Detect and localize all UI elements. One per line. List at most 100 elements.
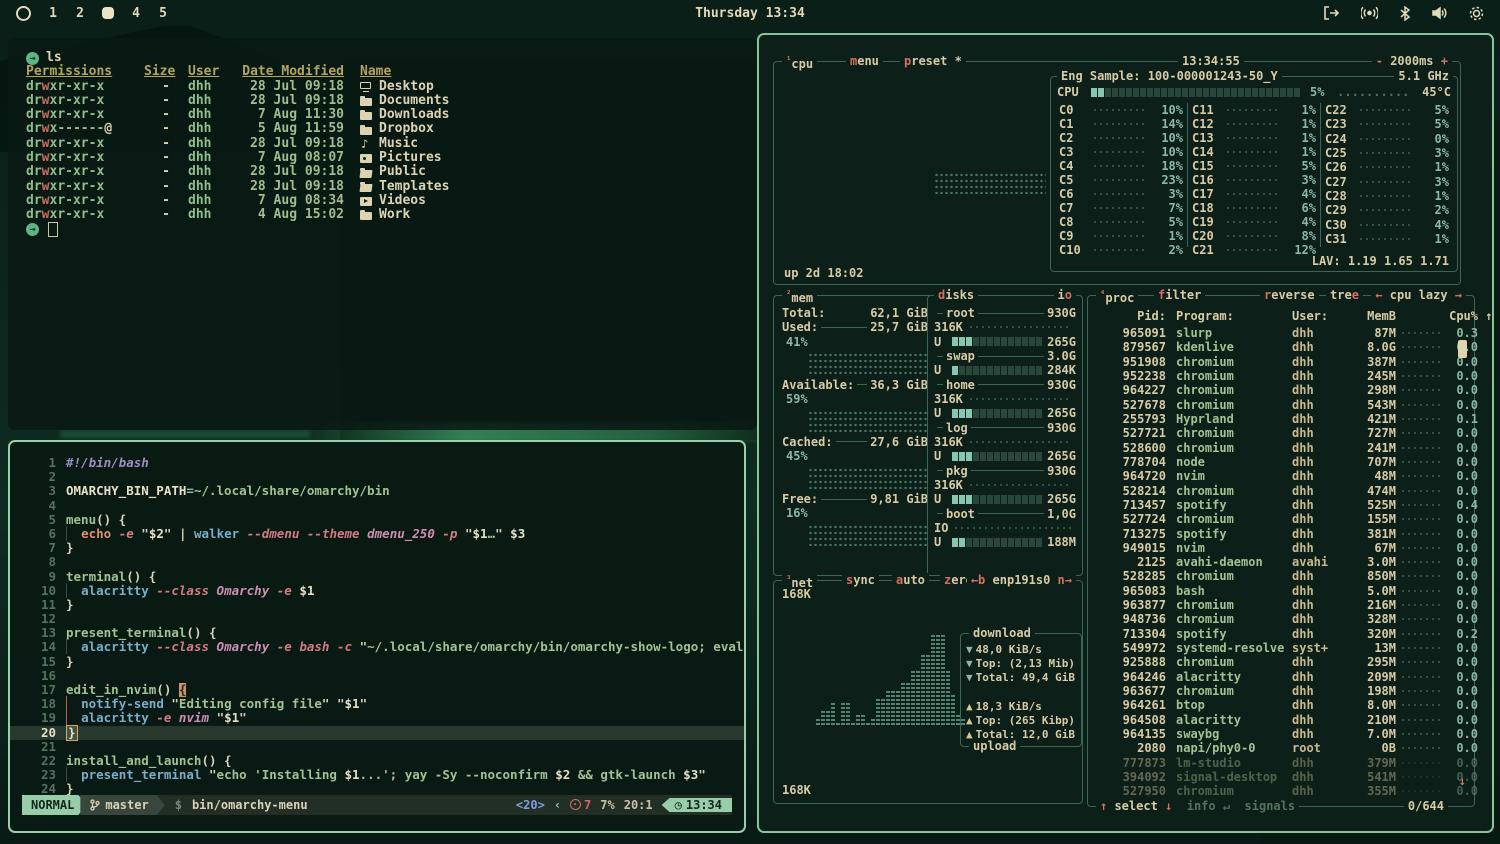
process-row[interactable]: 965091slurpdhh87M0.3 [1094,326,1468,340]
filter-button[interactable]: filter [1154,288,1205,303]
process-row[interactable]: 527678chromiumdhh543M0.0 [1094,398,1468,412]
code-line-2[interactable]: 2 [10,470,744,484]
process-row[interactable]: 952238chromiumdhh245M0.0 [1094,369,1468,383]
bluetooth-icon[interactable] [1400,6,1410,21]
code-line-17[interactable]: 17edit_in_nvim() { [10,683,744,697]
process-footer-actions[interactable]: ↑ select ↓ info ↵ signals [1096,799,1299,814]
network-icon[interactable] [1361,6,1378,20]
shell-prompt: → ls [26,51,743,65]
process-row[interactable]: 964508alacrittydhh210M0.0 [1094,712,1468,726]
process-table-header[interactable]: Pid:Program:User:MemBCpu% ↑ [1094,309,1468,323]
git-branch-segment[interactable]: master [80,795,164,815]
diagnostics-badge[interactable]: 7 [570,798,591,812]
code-line-15[interactable]: 15} [10,655,744,669]
process-row[interactable]: 713304spotifydhh320M0.2 [1094,627,1468,641]
code-line-10[interactable]: 10▏ alacritty --class Omarchy -e $1 [10,584,744,598]
process-row[interactable]: 527724chromiumdhh155M0.0 [1094,512,1468,526]
process-row[interactable]: 527721chromiumdhh727M0.0 [1094,426,1468,440]
process-row[interactable]: 528214chromiumdhh474M0.0 [1094,483,1468,497]
process-row[interactable]: 964246alacrittydhh209M0.0 [1094,670,1468,684]
file-name: Desktop [360,80,434,94]
process-row[interactable]: 394092signal-desktopdhh541M0.0 [1094,770,1468,784]
process-row[interactable]: 879567kdenlivedhh8.0G0.0 [1094,340,1468,354]
code-line-5[interactable]: 5menu() { [10,513,744,527]
code-line-7[interactable]: 7} [10,541,744,555]
reverse-button[interactable]: reverse [1260,288,1319,303]
process-row[interactable]: 965083bashdhh5.0M0.0 [1094,584,1468,598]
tree-button[interactable]: tree [1326,288,1363,303]
update-interval-control[interactable]: - 2000ms + [1372,54,1452,69]
process-row[interactable]: 925888chromiumdhh295M0.0 [1094,655,1468,669]
sort-selector[interactable]: ← cpu lazy → [1371,288,1466,303]
process-row[interactable]: 777873lm-studiodhh379M0.0 [1094,755,1468,769]
process-row[interactable]: 713457spotifydhh525M0.4 [1094,498,1468,512]
code-line-20[interactable]: 20} [10,726,744,740]
process-row[interactable]: 2125avahi-daemonavahi3.0M0.0 [1094,555,1468,569]
io-mode-button[interactable]: io [1054,288,1076,303]
process-row[interactable]: 951908chromiumdhh387M0.0 [1094,355,1468,369]
preset-button[interactable]: preset * [900,54,966,69]
workspace-switcher[interactable]: 1 2 4 5 [16,6,168,21]
process-row[interactable]: 949015nvimdhh67M0.0 [1094,541,1468,555]
code-line-12[interactable]: 12 [10,612,744,626]
core-row-C18: C186% [1192,201,1316,215]
process-row[interactable]: 964135swaybgdhh7.0M0.0 [1094,727,1468,741]
process-row[interactable]: 2080napi/phy0-0root0B0.0 [1094,741,1468,755]
clock: Thursday 13:34 [0,6,1500,21]
process-row[interactable]: 528600chromiumdhh241M0.0 [1094,441,1468,455]
code-line-21[interactable]: 21 [10,740,744,754]
process-panel-title[interactable]: ⁴proc [1096,288,1138,306]
launcher-logo-icon[interactable] [16,6,31,21]
terminal-window-ls[interactable]: → ls PermissionsSizeUserDate ModifiedNam… [8,38,757,430]
code-line-14[interactable]: 14▏ alacritty --class Omarchy -e bash -c… [10,640,744,654]
process-row[interactable]: 255793Hyprlanddhh421M0.1 [1094,412,1468,426]
core-row-C14: C141% [1192,145,1316,159]
memory-panel-title[interactable]: ²mem [782,288,817,306]
mem-stat-available: Available:36,3 GiB [782,378,928,392]
process-row[interactable]: 963877chromiumdhh216M0.0 [1094,598,1468,612]
workspace-4[interactable]: 4 [131,6,141,21]
process-row[interactable]: 527950chromiumdhh355M0.0 [1094,784,1468,798]
ls-row: drwxr-xr-x-dhh7 Aug 11:30Downloads [26,108,743,122]
process-row[interactable]: 964227chromiumdhh298M0.0 [1094,383,1468,397]
code-line-6[interactable]: 6▏ echo -e "$2" | walker --dmenu --theme… [10,527,744,541]
system-monitor-window-btop[interactable]: ¹cpu menu preset * 13:34:55 - 2000ms + u… [757,33,1494,833]
cpu-panel-title[interactable]: ¹cpu [782,54,817,72]
code-line-3[interactable]: 3OMARCHY_BIN_PATH=~/.local/share/omarchy… [10,484,744,498]
code-line-23[interactable]: 23▏ present_terminal "echo 'Installing $… [10,768,744,782]
volume-icon[interactable] [1432,6,1447,20]
code-line-16[interactable]: 16 [10,669,744,683]
editor-window-nvim[interactable]: 1#!/bin/bash23OMARCHY_BIN_PATH=~/.local/… [8,440,746,833]
process-row[interactable]: 549972systemd-resolvesyst+13M0.0 [1094,641,1468,655]
code-line-1[interactable]: 1#!/bin/bash [10,456,744,470]
code-line-8[interactable]: 8 [10,555,744,569]
process-row[interactable]: 713275spotifydhh381M0.0 [1094,526,1468,540]
process-row[interactable]: 964720nvimdhh48M0.0 [1094,469,1468,483]
process-scrollbar[interactable] [1458,340,1467,358]
process-row[interactable]: 948736chromiumdhh328M0.0 [1094,612,1468,626]
code-line-13[interactable]: 13present_terminal() { [10,626,744,640]
workspace-2[interactable]: 2 [75,6,85,21]
code-line-22[interactable]: 22install_and_launch() { [10,754,744,768]
code-line-4[interactable]: 4 [10,499,744,513]
workspace-1[interactable]: 1 [48,6,58,21]
code-line-19[interactable]: 19▏ alacritty -e nvim "$1" [10,711,744,725]
net-interface-selector[interactable]: ←b enp191s0 n→ [967,573,1076,588]
net-auto-button[interactable]: auto [892,573,929,588]
process-row[interactable]: 528285chromiumdhh850M0.0 [1094,569,1468,583]
process-row[interactable]: 963677chromiumdhh198M0.0 [1094,684,1468,698]
settings-icon[interactable] [1469,6,1484,21]
process-row[interactable]: 964261btopdhh8.0M0.0 [1094,698,1468,712]
code-line-18[interactable]: 18▏ notify-send "Editing config file" "$… [10,697,744,711]
workspace-5[interactable]: 5 [158,6,168,21]
net-sync-button[interactable]: sync [842,573,879,588]
disks-panel-title[interactable]: disks [934,288,978,303]
code-line-9[interactable]: 9terminal() { [10,570,744,584]
code-line-11[interactable]: 11} [10,598,744,612]
workspace-3-active[interactable] [102,7,114,19]
logout-icon[interactable] [1323,6,1339,20]
process-row[interactable]: 778704nodedhh707M0.0 [1094,455,1468,469]
shell-prompt-empty[interactable]: → [26,223,743,237]
menu-button[interactable]: menu [846,54,883,69]
scroll-down-icon[interactable]: ↓ [1459,774,1466,788]
